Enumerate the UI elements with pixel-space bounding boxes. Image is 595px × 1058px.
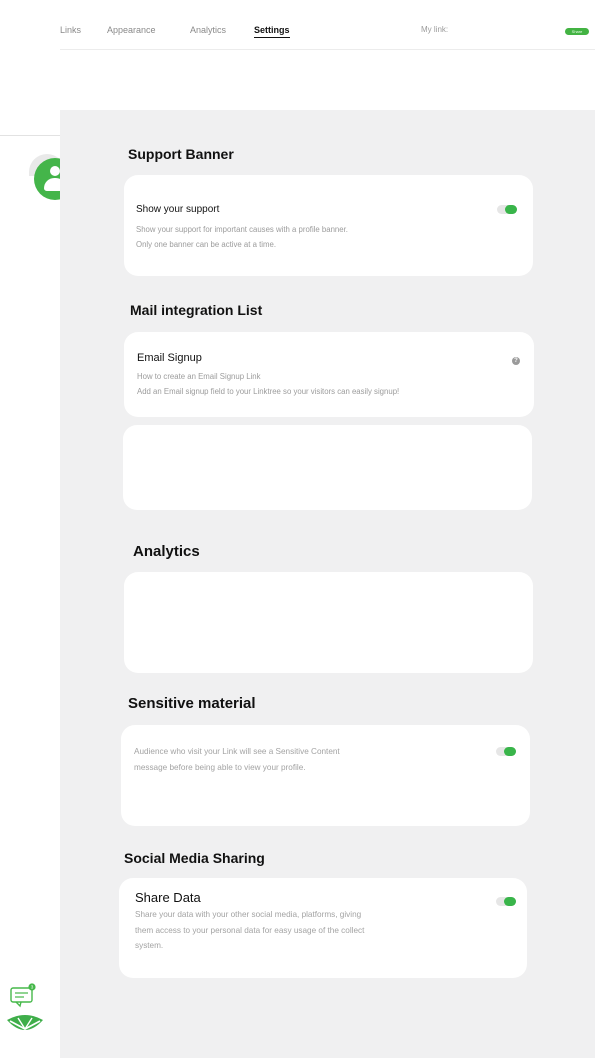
show-support-label: Show your support xyxy=(136,204,220,215)
tab-appearance[interactable]: Appearance xyxy=(107,25,156,35)
email-signup-description: How to create an Email Signup Link Add a… xyxy=(137,369,399,399)
share-data-description: Share your data with your other social m… xyxy=(135,910,365,950)
sensitive-material-title: Sensitive material xyxy=(128,695,256,712)
support-banner-title: Support Banner xyxy=(128,146,234,162)
share-data-toggle[interactable] xyxy=(496,897,516,906)
sensitive-material-toggle[interactable] xyxy=(496,747,516,756)
share-button[interactable]: Share xyxy=(565,28,589,35)
email-signup-howto-link[interactable]: How to create an Email Signup Link xyxy=(137,369,399,384)
tab-settings[interactable]: Settings xyxy=(254,25,290,38)
share-data-card: Share Data Share your data with your oth… xyxy=(119,878,527,978)
share-data-label: Share Data xyxy=(135,890,201,905)
chat-icon[interactable]: 3 xyxy=(10,983,36,1009)
support-banner-description: Show your support for important causes w… xyxy=(136,225,348,249)
tab-analytics[interactable]: Analytics xyxy=(190,25,226,35)
my-link-label: My link: xyxy=(421,25,449,34)
help-icon[interactable]: ? xyxy=(512,357,520,365)
support-banner-card: Show your support Show your support for … xyxy=(124,175,533,276)
analytics-title: Analytics xyxy=(133,543,200,560)
sidebar-divider xyxy=(0,135,60,136)
support-banner-toggle[interactable] xyxy=(497,205,517,214)
chat-badge-count: 3 xyxy=(31,985,34,990)
mail-integration-title: Mail integration List xyxy=(130,302,263,318)
sensitive-material-description: Audience who visit your Link will see a … xyxy=(134,747,340,772)
avatar-head xyxy=(50,166,60,176)
top-nav: Links Appearance Analytics Settings My l… xyxy=(60,0,595,50)
email-signup-card: Email Signup How to create an Email Sign… xyxy=(124,332,534,417)
leaf-logo-icon[interactable] xyxy=(6,1014,44,1034)
sensitive-material-card: Audience who visit your Link will see a … xyxy=(121,725,530,826)
social-media-sharing-title: Social Media Sharing xyxy=(124,850,265,866)
tab-links[interactable]: Links xyxy=(60,25,81,35)
mail-integration-empty-card xyxy=(123,425,532,510)
analytics-card xyxy=(124,572,533,673)
email-signup-label: Email Signup xyxy=(137,352,202,364)
settings-panel: Support Banner Show your support Show yo… xyxy=(60,110,595,1058)
